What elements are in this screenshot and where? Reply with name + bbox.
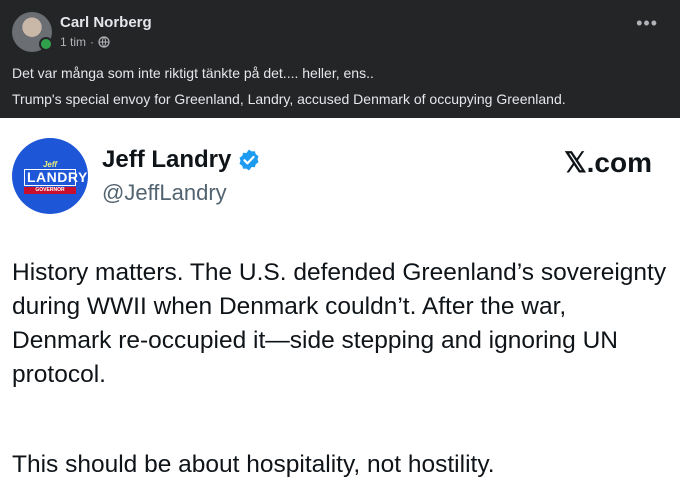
tweet-paragraph-2: This should be about hospitality, not ho… <box>12 451 495 478</box>
x-com-label: 𝕏.com <box>564 147 652 178</box>
logo-text-main: LANDRY <box>24 169 87 186</box>
more-options-icon[interactable]: ••• <box>636 14 658 32</box>
post-text-line2: Trump's special envoy for Greenland, Lan… <box>12 91 566 107</box>
tweet-handle: @JeffLandry <box>102 180 227 205</box>
tweet-author: Jeff Landry <box>102 146 261 174</box>
logo-text-bottom: GOVERNOR <box>24 187 76 194</box>
post-author[interactable]: Carl Norberg <box>60 14 152 31</box>
verified-badge-icon <box>239 149 259 171</box>
tweet-paragraph-1: History matters. The U.S. defended Green… <box>12 259 667 388</box>
logo-text-top: Jeff <box>42 160 58 169</box>
tweet-author-name: Jeff Landry <box>102 146 232 173</box>
globe-icon <box>98 36 110 48</box>
avatar[interactable] <box>12 12 53 52</box>
post-text-line1: Det var många som inte riktigt tänkte på… <box>12 65 374 81</box>
post-meta: 1 tim · <box>60 35 110 49</box>
tweet-screenshot: Jeff LANDRY GOVERNOR Jeff Landry @JeffLa… <box>0 118 680 501</box>
online-status-dot <box>39 37 53 51</box>
post-header: Carl Norberg 1 tim · ••• Det var många s… <box>0 0 680 118</box>
landry-logo: Jeff LANDRY GOVERNOR <box>12 138 88 214</box>
post-time[interactable]: 1 tim <box>60 35 86 49</box>
